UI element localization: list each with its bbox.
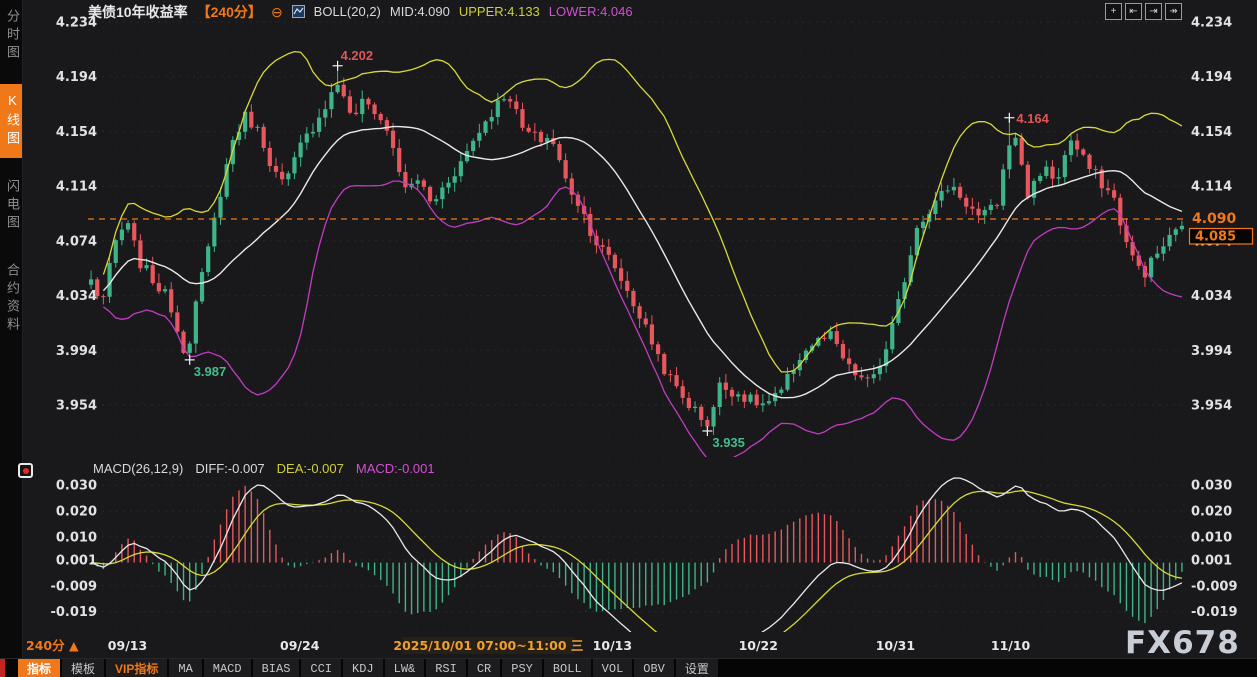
svg-text:4.194: 4.194 — [1191, 70, 1232, 85]
svg-text:0.030: 0.030 — [1191, 479, 1232, 494]
svg-text:0.020: 0.020 — [1191, 505, 1232, 520]
sidebar: 分时图 K线图闪电图合约资料 — [0, 0, 23, 677]
svg-text:3.935: 3.935 — [712, 435, 745, 450]
time-label: 09/13 — [108, 638, 147, 653]
boll-label: BOLL(20,2) — [314, 4, 381, 19]
svg-text:3.994: 3.994 — [56, 344, 97, 359]
svg-text:0.010: 0.010 — [56, 530, 97, 545]
toolbar-tab-cci[interactable]: CCI — [301, 659, 341, 677]
toolbar-tab-lwr[interactable]: LW& — [385, 659, 425, 677]
svg-text:-0.019: -0.019 — [1191, 605, 1238, 620]
period-selector[interactable]: 240分 ▲ — [26, 638, 79, 653]
pan-right-icon[interactable]: ↠ — [1165, 3, 1182, 20]
watermark: FX678 — [1125, 625, 1240, 658]
macd-layer — [91, 478, 1182, 658]
time-axis: 240分 ▲ 09/13 09/24 10/13 10/22 10/31 11/10 2025… — [26, 637, 1031, 654]
toolbar-tab-ma[interactable]: MA — [169, 659, 201, 677]
time-label: 10/22 — [739, 638, 778, 653]
svg-text:-0.009: -0.009 — [1191, 579, 1238, 594]
time-label: 10/31 — [876, 638, 915, 653]
toolbar-tab-vip-indicators[interactable]: VIP指标 — [106, 659, 167, 677]
svg-text:4.154: 4.154 — [56, 125, 97, 140]
svg-text:3.954: 3.954 — [56, 399, 97, 414]
toolbar-tab-kdj[interactable]: KDJ — [343, 659, 383, 677]
kline-chart[interactable]: 4.2024.1643.9873.9354.2344.2344.1944.194… — [22, 0, 1257, 658]
sidebar-tab-time-chart[interactable]: 分时图 — [0, 0, 22, 72]
svg-text:0.010: 0.010 — [1191, 530, 1232, 545]
move-icon[interactable]: + — [1105, 3, 1122, 20]
toolbar-tab-psy[interactable]: PSY — [502, 659, 542, 677]
svg-text:4.154: 4.154 — [1191, 125, 1232, 140]
svg-text:4.085: 4.085 — [1195, 230, 1236, 245]
svg-text:4.074: 4.074 — [56, 234, 97, 249]
time-label: 10/13 — [593, 638, 632, 653]
sidebar-tab-kline-chart[interactable]: K线图 — [0, 84, 22, 158]
svg-text:4.114: 4.114 — [1191, 180, 1232, 195]
boll-mid-value: MID:4.090 — [390, 4, 450, 19]
toolbar-tab-templates[interactable]: 模板 — [62, 659, 104, 677]
svg-text:0.030: 0.030 — [56, 479, 97, 494]
scale-right-icon[interactable]: ⇥ — [1145, 3, 1162, 20]
window-controls: +⇤⇥↠ — [1105, 3, 1182, 20]
toolbar-tab-indicators[interactable]: 指标 — [18, 659, 60, 677]
selected-bar-time: 2025/10/01 07:00~11:00 三 — [393, 638, 583, 653]
svg-text:0.001: 0.001 — [56, 554, 97, 569]
period-badge: 【240分】 — [197, 2, 262, 22]
toolbar-tab-bias[interactable]: BIAS — [253, 659, 300, 677]
svg-text:3.994: 3.994 — [1191, 344, 1232, 359]
alert-icon[interactable] — [18, 463, 33, 478]
indicator-toolbar: 指标模板VIP指标MAMACDBIASCCIKDJLW&RSICRPSYBOLL… — [0, 658, 1257, 677]
svg-text:-0.019: -0.019 — [50, 605, 97, 620]
macd-diff-value: DIFF:-0.007 — [195, 461, 264, 476]
svg-text:4.194: 4.194 — [56, 70, 97, 85]
macd-label: MACD(26,12,9) — [93, 461, 183, 476]
svg-text:4.202: 4.202 — [341, 48, 374, 63]
svg-text:4.234: 4.234 — [1191, 16, 1232, 31]
macd-dea-line — [91, 491, 1182, 658]
time-label: 09/24 — [280, 638, 320, 653]
boll-mid-line — [103, 127, 1182, 398]
boll-chip-icon — [292, 5, 305, 18]
toolbar-tab-cr[interactable]: CR — [468, 659, 500, 677]
toolbar-tab-vol[interactable]: VOL — [593, 659, 633, 677]
svg-text:4.090: 4.090 — [1192, 211, 1237, 227]
scale-left-icon[interactable]: ⇤ — [1125, 3, 1142, 20]
svg-text:4.034: 4.034 — [56, 289, 97, 304]
time-label: 11/10 — [991, 638, 1031, 653]
boll-lower-value: LOWER:4.046 — [549, 4, 633, 19]
toolbar-tab-macd[interactable]: MACD — [204, 659, 251, 677]
macd-dea-value: DEA:-0.007 — [277, 461, 344, 476]
app-root: 4.2024.1643.9873.9354.2344.2344.1944.194… — [0, 0, 1257, 677]
svg-text:0.020: 0.020 — [56, 505, 97, 520]
boll-upper-value: UPPER:4.133 — [459, 4, 540, 19]
sidebar-tab-contract-info[interactable]: 合约资料 — [0, 254, 22, 344]
macd-diff-line — [91, 478, 1182, 658]
macd-macd-value: MACD:-0.001 — [356, 461, 435, 476]
price-tags: 4.090 4.085 — [1190, 211, 1253, 245]
svg-text:3.954: 3.954 — [1191, 399, 1232, 414]
toolbar-left-marker — [0, 659, 5, 677]
toolbar-tab-obv[interactable]: OBV — [634, 659, 674, 677]
svg-text:4.114: 4.114 — [56, 180, 97, 195]
svg-text:3.987: 3.987 — [194, 364, 227, 379]
collapse-indicator-icon[interactable]: ⊖ — [271, 5, 283, 19]
svg-text:0.001: 0.001 — [1191, 554, 1232, 569]
sidebar-tab-flash-chart[interactable]: 闪电图 — [0, 170, 22, 242]
svg-text:-0.009: -0.009 — [50, 579, 97, 594]
toolbar-tab-settings[interactable]: 设置 — [676, 659, 718, 677]
chart-header: 美债10年收益率 【240分】 ⊖ BOLL(20,2) MID:4.090 U… — [88, 3, 633, 20]
boll-lower-line — [103, 181, 1182, 463]
toolbar-tab-boll[interactable]: BOLL — [544, 659, 591, 677]
toolbar-tab-rsi[interactable]: RSI — [426, 659, 466, 677]
symbol-title: 美债10年收益率 — [88, 2, 188, 22]
price-annotations: 4.202 4.164 3.987 3.935 — [185, 48, 1050, 450]
macd-header: MACD(26,12,9) DIFF:-0.007 DEA:-0.007 MAC… — [93, 461, 435, 476]
boll-upper-line — [103, 52, 1182, 372]
svg-text:4.034: 4.034 — [1191, 289, 1232, 304]
svg-text:4.164: 4.164 — [1016, 111, 1049, 126]
